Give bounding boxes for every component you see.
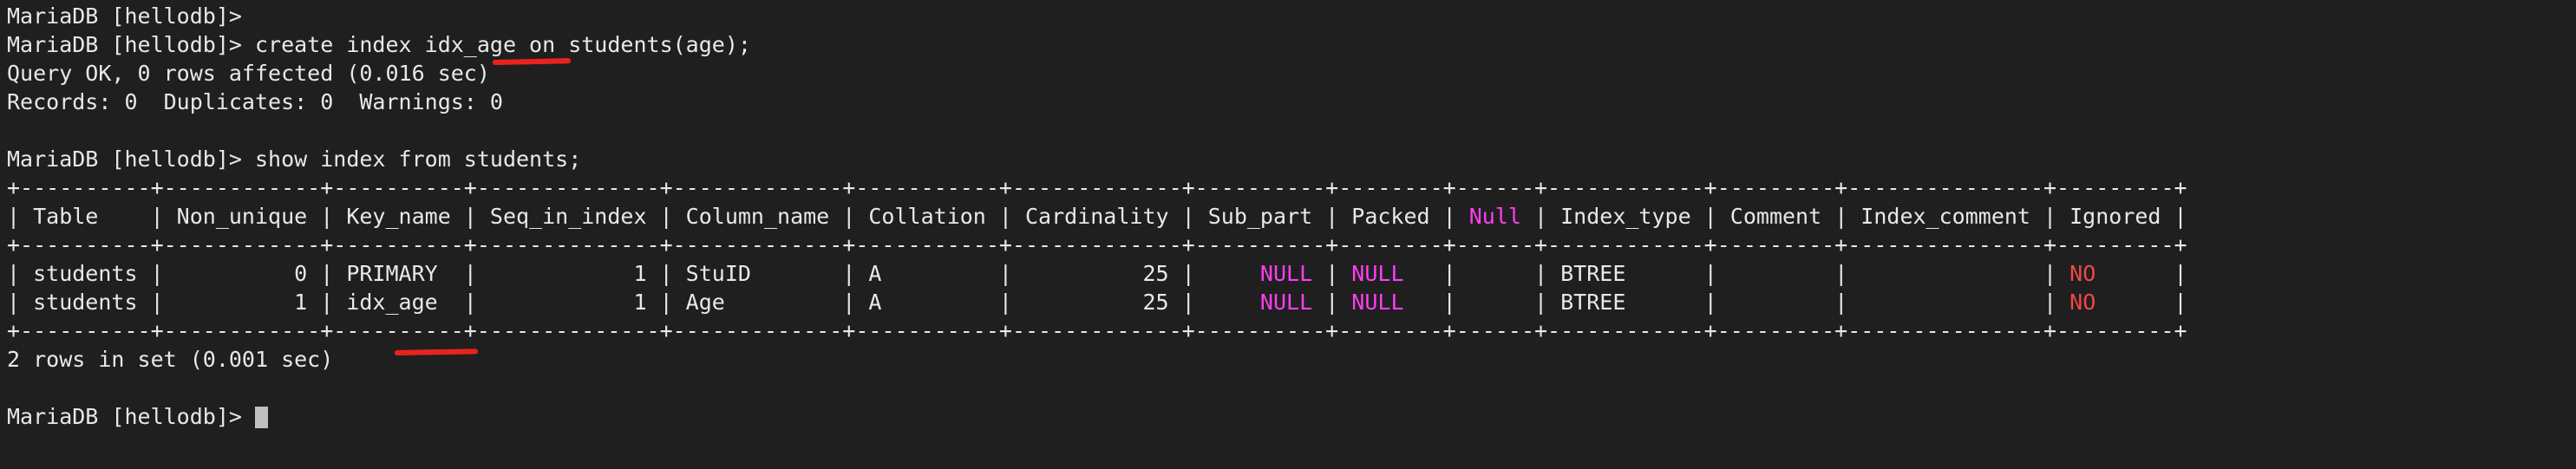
terminal-text-segment: | Index_type | Comment | Index_comment |…	[1520, 204, 2187, 229]
terminal-text-segment: |	[1312, 261, 1352, 286]
terminal-text-segment: Query OK, 0 rows affected (0.016 sec)	[7, 61, 490, 86]
terminal-line: Query OK, 0 rows affected (0.016 sec)	[7, 59, 2187, 88]
terminal-text-segment: 2 rows in set (0.001 sec)	[7, 347, 334, 372]
terminal-text-segment: NULL	[1259, 261, 1313, 286]
terminal-text-segment: | students | 0 | PRIMARY | 1 | StuID | A…	[7, 261, 1260, 286]
terminal-line: 2 rows in set (0.001 sec)	[7, 345, 2187, 374]
terminal-text-segment: MariaDB [hellodb]> create index idx_age …	[7, 32, 751, 57]
terminal-text-segment: MariaDB [hellodb]>	[7, 404, 255, 429]
terminal-text-segment: +----------+------------+----------+----…	[7, 318, 2187, 343]
terminal-text-segment: | | BTREE | | |	[1403, 261, 2070, 286]
terminal-line: +----------+------------+----------+----…	[7, 316, 2187, 345]
terminal-text-segment: +----------+------------+----------+----…	[7, 232, 2187, 257]
terminal-text-segment: NO	[2069, 261, 2096, 286]
terminal-line: MariaDB [hellodb]> show index from stude…	[7, 145, 2187, 173]
terminal-line: | Table | Non_unique | Key_name | Seq_in…	[7, 202, 2187, 231]
terminal-text-segment: |	[2095, 290, 2187, 315]
terminal-line: MariaDB [hellodb]> create index idx_age …	[7, 30, 2187, 59]
terminal-line: MariaDB [hellodb]>	[7, 402, 2187, 431]
terminal-line: +----------+------------+----------+----…	[7, 173, 2187, 202]
terminal-text-segment: MariaDB [hellodb]>	[7, 3, 242, 29]
terminal-screen: MariaDB [hellodb]> MariaDB [hellodb]> cre…	[7, 2, 2187, 431]
terminal-text-segment: Records: 0 Duplicates: 0 Warnings: 0	[7, 89, 503, 114]
terminal-line: MariaDB [hellodb]>	[7, 2, 2187, 30]
terminal-line: | students | 1 | idx_age | 1 | Age | A |…	[7, 288, 2187, 316]
terminal-text-segment: +----------+------------+----------+----…	[7, 175, 2187, 200]
terminal-text-segment: |	[1312, 290, 1352, 315]
terminal-line: | students | 0 | PRIMARY | 1 | StuID | A…	[7, 259, 2187, 288]
terminal-text-segment: NULL	[1351, 290, 1404, 315]
terminal-window[interactable]: MariaDB [hellodb]> MariaDB [hellodb]> cre…	[0, 0, 2576, 469]
terminal-text-segment: | students | 1 | idx_age | 1 | Age | A |…	[7, 290, 1260, 315]
terminal-text-segment: |	[2095, 261, 2187, 286]
terminal-text-segment: NULL	[1259, 290, 1313, 315]
terminal-text-segment: | Table | Non_unique | Key_name | Seq_in…	[7, 204, 1469, 229]
terminal-text-segment: NO	[2069, 290, 2096, 315]
terminal-cursor	[254, 407, 268, 428]
terminal-line: +----------+------------+----------+----…	[7, 231, 2187, 259]
terminal-text-segment: | | BTREE | | |	[1403, 290, 2070, 315]
terminal-text-segment: NULL	[1351, 261, 1404, 286]
terminal-text-segment: MariaDB [hellodb]> show index from stude…	[7, 147, 582, 172]
terminal-line: Records: 0 Duplicates: 0 Warnings: 0	[7, 88, 2187, 116]
terminal-text-segment: Null	[1468, 204, 1521, 229]
